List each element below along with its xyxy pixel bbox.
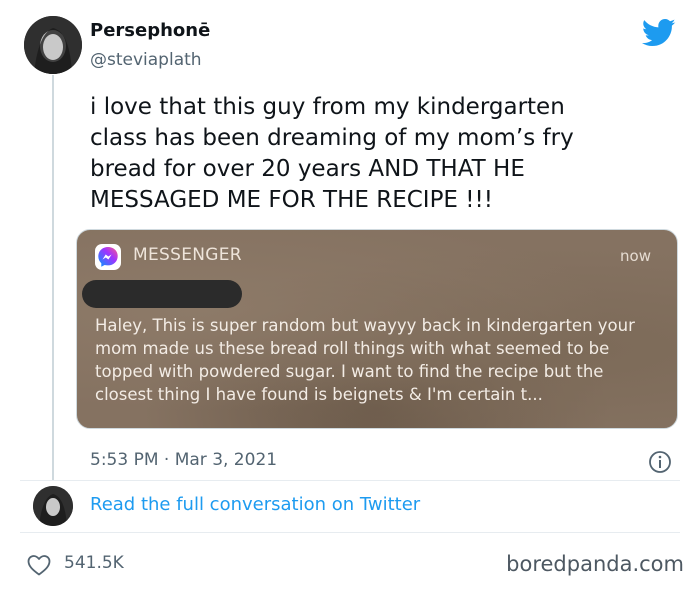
author-avatar[interactable] <box>24 16 82 74</box>
watermark: boredpanda.com <box>506 552 684 576</box>
like-count: 541.5K <box>64 553 124 573</box>
notification-screenshot[interactable]: MESSENGER now Haley, This is super rando… <box>76 229 678 429</box>
notification-body: Haley, This is super random but wayyy ba… <box>95 316 635 404</box>
divider <box>20 480 680 481</box>
heart-icon[interactable] <box>26 553 52 577</box>
twitter-bird-icon[interactable] <box>642 18 676 48</box>
messenger-icon <box>95 244 121 270</box>
reply-avatar[interactable] <box>33 486 73 526</box>
author-display-name[interactable]: Persephonē <box>90 20 210 41</box>
thread-connector-line <box>52 75 54 481</box>
author-handle[interactable]: @steviaplath <box>90 50 202 70</box>
info-icon[interactable] <box>648 450 672 474</box>
redacted-sender-name <box>82 280 242 308</box>
tweet-text: i love that this guy from my kindergarte… <box>90 94 574 213</box>
read-conversation-link[interactable]: Read the full conversation on Twitter <box>90 494 420 515</box>
tweet-timestamp[interactable]: 5:53 PM · Mar 3, 2021 <box>90 450 277 470</box>
notification-app-name: MESSENGER <box>133 245 242 265</box>
notification-time: now <box>620 247 651 265</box>
divider <box>20 532 680 533</box>
